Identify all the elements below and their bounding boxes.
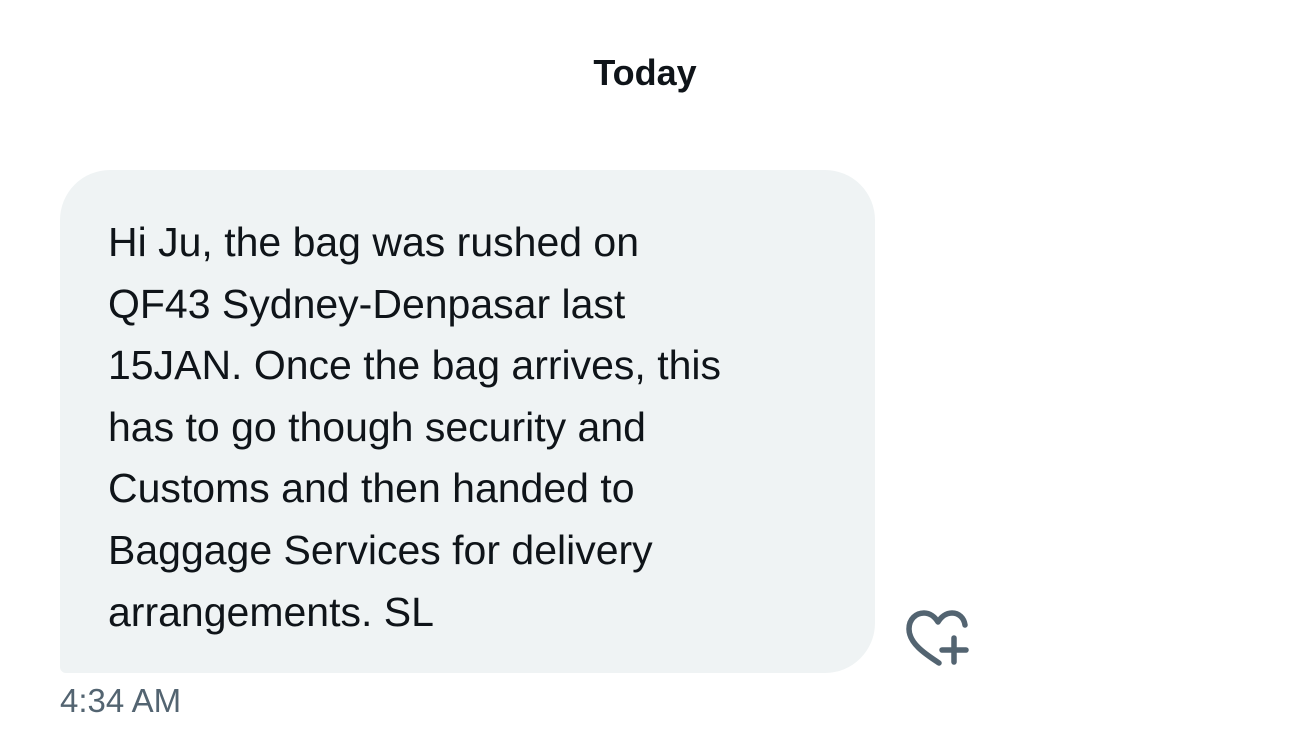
- message-text-line: QF43 Sydney-Denpasar last: [108, 280, 626, 327]
- message-text-line: Customs and then handed to: [108, 465, 635, 512]
- date-divider: Today: [593, 52, 697, 93]
- message-text-line: has to go though security and: [108, 403, 646, 450]
- message-text-line: Baggage Services for delivery: [108, 526, 653, 573]
- heart-plus-icon: [906, 610, 969, 666]
- add-reaction-button[interactable]: [903, 608, 969, 668]
- message-bubble[interactable]: Hi Ju, the bag was rushed on QF43 Sydney…: [60, 170, 875, 673]
- message-text-line: 15JAN. Once the bag arrives, this: [108, 342, 722, 389]
- message-timestamp: 4:34 AM: [60, 682, 182, 719]
- message-text-line: Hi Ju, the bag was rushed on: [108, 219, 640, 265]
- message-text-line: arrangements. SL: [108, 588, 434, 635]
